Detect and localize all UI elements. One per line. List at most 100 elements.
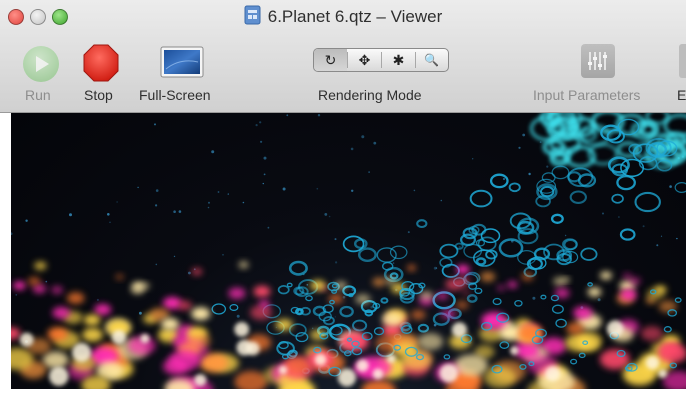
star-particle — [528, 172, 531, 176]
highlight-particle — [236, 339, 253, 356]
warm-glow-particle — [238, 261, 249, 269]
cyan-ring-particle — [331, 289, 338, 294]
cyan-ring-particle — [389, 245, 408, 260]
edit-label: E — [677, 87, 686, 103]
warm-glow-particle — [660, 342, 681, 357]
rendering-mode-move[interactable]: ✥ — [348, 49, 381, 71]
highlight-particle — [111, 330, 127, 345]
cyan-ring-particle — [555, 318, 567, 328]
cyan-ring-particle — [408, 283, 424, 295]
star-particle — [642, 225, 645, 228]
rendering-mode-zoom[interactable]: 🔍 — [415, 49, 448, 71]
star-particle — [260, 140, 263, 143]
warm-glow-particle — [83, 314, 101, 326]
star-particle — [392, 262, 395, 264]
highlight-particle — [194, 374, 207, 387]
star-particle — [602, 212, 604, 215]
cyan-ring-particle — [329, 325, 343, 336]
cyan-ring-particle — [373, 327, 385, 336]
warm-glow-particle — [456, 265, 470, 274]
warm-glow-particle — [42, 351, 69, 369]
run-button[interactable] — [23, 46, 59, 82]
cyan-ring-particle — [634, 191, 661, 213]
star-particle — [502, 177, 506, 181]
warm-glow-particle — [497, 285, 506, 291]
cyan-ring-particle — [570, 358, 578, 365]
warm-glow-particle — [253, 285, 271, 298]
warm-glow-particle — [47, 327, 68, 341]
monitor-icon — [160, 46, 204, 78]
warm-glow-particle — [620, 289, 637, 301]
star-particle — [116, 201, 118, 203]
star-particle — [373, 141, 377, 145]
star-particle — [316, 187, 319, 190]
highlight-particle — [140, 333, 150, 344]
full-screen-button[interactable] — [160, 44, 204, 80]
warm-glow-particle — [361, 379, 396, 389]
highlight-particle — [386, 353, 396, 363]
bug-icon: ✱ — [392, 52, 405, 68]
star-particle — [334, 238, 337, 241]
star-particle — [597, 298, 601, 302]
cyan-ring-particle — [352, 319, 368, 332]
warm-glow-particle — [310, 280, 326, 291]
warm-glow-particle — [169, 349, 201, 371]
composition-viewer[interactable] — [11, 113, 686, 389]
stop-label: Stop — [84, 87, 113, 103]
star-particle — [188, 271, 191, 275]
input-parameters-button[interactable] — [581, 44, 615, 78]
warm-glow-particle — [455, 300, 469, 310]
sliders-icon — [588, 52, 607, 70]
warm-glow-particle — [454, 354, 489, 377]
warm-glow-particle — [284, 357, 311, 375]
cyan-ring-particle — [380, 297, 389, 304]
star-particle — [440, 199, 443, 202]
cyan-ring-particle — [211, 303, 227, 315]
star-particle — [518, 146, 521, 149]
star-particle — [350, 147, 354, 151]
star-particle — [155, 189, 159, 192]
star-particle — [15, 294, 18, 296]
cyan-ring-particle — [499, 341, 510, 349]
stop-button[interactable] — [83, 44, 119, 82]
particle-render — [11, 113, 686, 389]
star-particle — [155, 263, 158, 266]
highlight-particle — [356, 359, 369, 372]
rendering-mode-label: Rendering Mode — [318, 87, 422, 103]
cyan-ring-particle — [578, 352, 586, 359]
edit-button[interactable] — [679, 44, 686, 78]
qtz-document-icon[interactable] — [244, 5, 261, 25]
rendering-mode-rotate[interactable]: ↻ — [314, 49, 347, 71]
star-particle — [255, 124, 258, 127]
highlight-particle — [606, 320, 624, 338]
warm-glow-particle — [34, 261, 47, 270]
cyan-ring-particle — [441, 263, 460, 278]
cyan-ring-particle — [466, 294, 478, 303]
highlight-particle — [234, 322, 250, 337]
star-particle — [69, 213, 72, 217]
cyan-ring-particle — [277, 285, 290, 295]
cyan-ring-particle — [551, 304, 564, 314]
cyan-ring-particle — [443, 354, 451, 360]
cyan-ring-particle — [550, 294, 560, 302]
warm-glow-particle — [566, 322, 585, 335]
warm-glow-particle — [417, 333, 444, 351]
warm-glow-particle — [575, 331, 602, 350]
cyan-ring-particle — [480, 228, 501, 244]
cyan-ring-particle — [674, 297, 682, 303]
cyan-ring-particle — [376, 247, 397, 263]
warm-glow-particle — [27, 277, 41, 286]
cyan-ring-particle — [569, 190, 587, 204]
cyan-ring-particle — [492, 297, 502, 306]
star-particle — [137, 186, 139, 189]
warm-glow-particle — [481, 312, 507, 330]
stop-sign-icon — [83, 44, 119, 82]
warm-glow-particle — [177, 300, 192, 311]
rendering-mode-debug[interactable]: ✱ — [382, 49, 415, 71]
star-particle — [618, 216, 620, 218]
cyan-ring-particle — [498, 238, 524, 258]
warm-glow-particle — [629, 277, 641, 285]
star-particle — [107, 213, 110, 216]
warm-glow-particle — [640, 326, 663, 341]
star-particle — [312, 327, 314, 329]
